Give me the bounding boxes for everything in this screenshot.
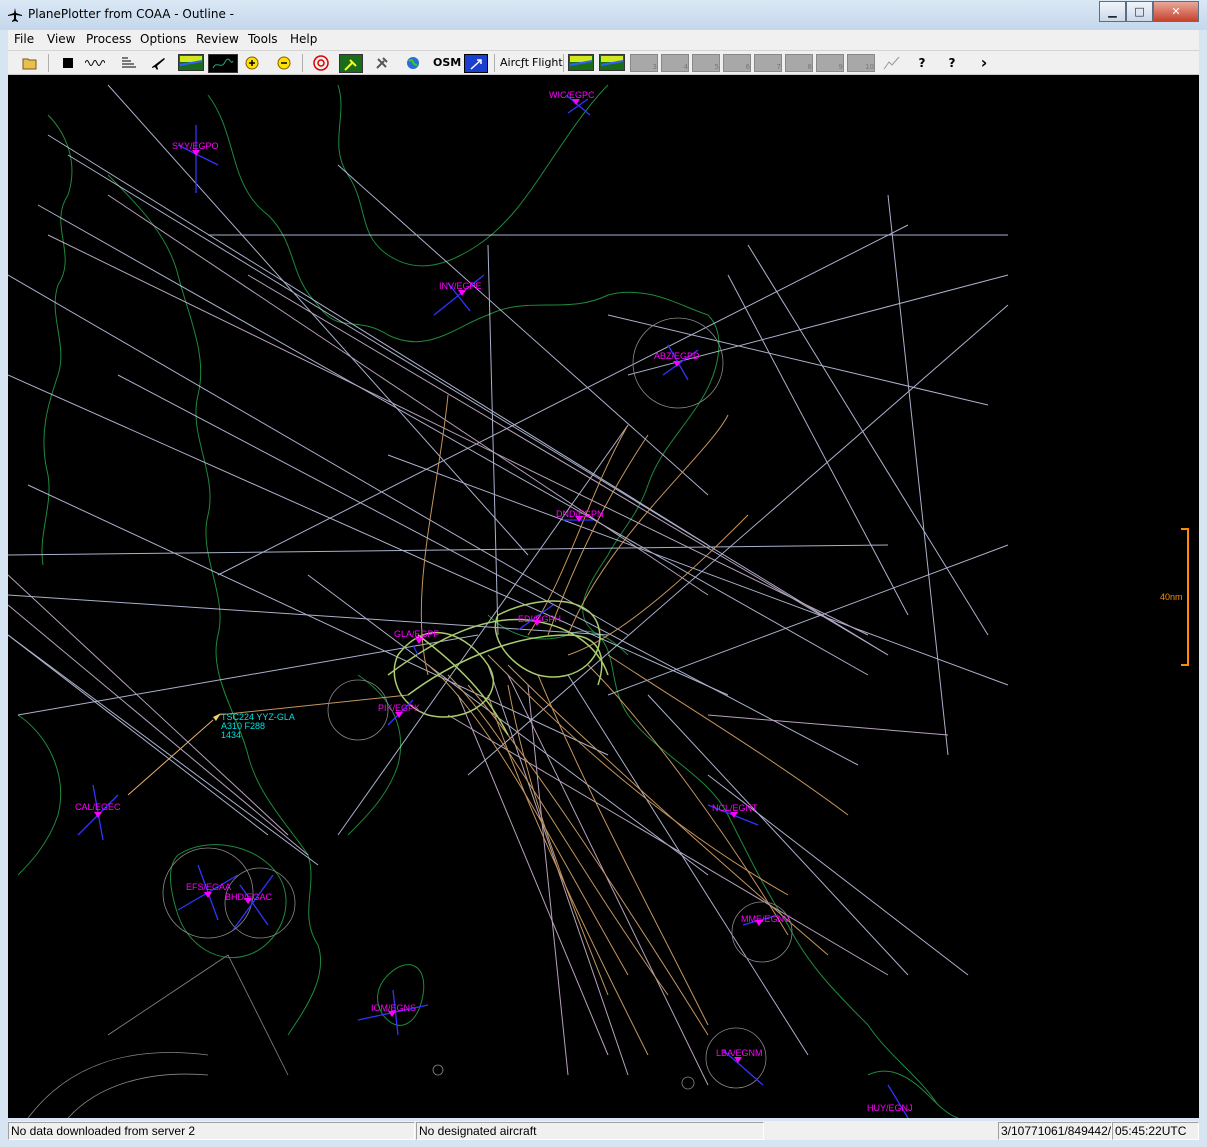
airport-label-bhd: BHD/EGAC <box>225 892 273 902</box>
chart-slot-9-button[interactable]: 9 <box>816 54 844 72</box>
globe-icon[interactable] <box>403 53 423 72</box>
airport-label-abz: ABZ/EGPD <box>654 351 700 361</box>
flight-track-layer <box>8 84 1009 1086</box>
tools-icon[interactable] <box>372 53 392 72</box>
radar-map-icon[interactable] <box>178 54 204 71</box>
status-time: 05:45:22UTC <box>1112 1122 1199 1140</box>
minimize-button[interactable]: ▁ <box>1099 1 1126 22</box>
chart-slot-10-button[interactable]: 10 <box>847 54 875 72</box>
airport-label-syy: SYY/EGPO <box>172 141 219 151</box>
airport-label-efs: EFS/EGAA <box>186 882 231 892</box>
airport-label-lba: LBA/EGNM <box>716 1048 763 1058</box>
help-icon[interactable]: ? <box>912 53 932 72</box>
chart-slot-8-button[interactable]: 8 <box>785 54 813 72</box>
aircraft-label-line3: 1434 <box>221 730 241 740</box>
airport-marker-cal[interactable]: CAL/EGEC <box>75 784 121 841</box>
open-folder-icon[interactable] <box>20 53 40 72</box>
airport-label-huy: HUY/EGNJ <box>867 1103 913 1113</box>
chart-slot-5-button[interactable]: 5 <box>692 54 720 72</box>
status-bar: No data downloaded from server 2 No desi… <box>8 1121 1199 1140</box>
chart-slot-7-button[interactable]: 7 <box>754 54 782 72</box>
airport-marker-lba[interactable]: LBA/EGNM <box>716 1048 764 1086</box>
close-button[interactable]: ✕ <box>1153 1 1199 22</box>
airport-marker-abz[interactable]: ABZ/EGPD <box>654 344 700 381</box>
osm-button[interactable]: OSM <box>433 53 461 72</box>
airplane-icon[interactable] <box>148 53 168 72</box>
toolbar-more-chevron-icon[interactable]: › <box>974 53 994 72</box>
airport-marker-wic[interactable]: WIC/EGPC <box>549 90 595 116</box>
menu-review[interactable]: Review <box>196 32 239 46</box>
chart-slot-4-button[interactable]: 4 <box>661 54 689 72</box>
vector-icon[interactable] <box>464 54 488 73</box>
menu-help[interactable]: Help <box>290 32 317 46</box>
chart-slot-2-button[interactable] <box>599 54 625 71</box>
airport-marker-mme[interactable]: MME/EGNV <box>741 914 790 926</box>
chart-slot-1-button[interactable] <box>568 54 594 71</box>
airport-label-pik: PIK/EGPK <box>378 703 420 713</box>
toolbar: OSM Aircƒt Flight 3 4 5 6 7 8 9 10 ? ? › <box>8 51 1199 75</box>
airport-marker-huy[interactable]: HUY/EGNJ <box>867 1084 913 1118</box>
planeplotter-window: PlanePlotter from COAA - Outline - ▁ □ ✕… <box>0 0 1207 1147</box>
status-designated: No designated aircraft <box>416 1122 764 1140</box>
signal-graph-icon[interactable] <box>882 53 902 72</box>
menu-options[interactable]: Options <box>140 32 186 46</box>
airport-label-edi: EDI/EGPH <box>518 614 561 624</box>
zoom-in-icon[interactable] <box>242 53 262 72</box>
airport-label-cal: CAL/EGEC <box>75 802 121 812</box>
whats-this-help-icon[interactable]: ? <box>942 53 962 72</box>
airport-marker-pik[interactable]: PIK/EGPK <box>378 699 420 726</box>
airport-label-ncl: NCL/EGNT <box>712 803 758 813</box>
flight-button[interactable]: Flight <box>532 53 563 72</box>
coastline-layer <box>17 84 959 1118</box>
airspace-outline-layer <box>27 317 793 1118</box>
window-title: PlanePlotter from COAA - Outline - <box>28 7 234 21</box>
airport-label-dnd: DND/EGPN <box>556 509 604 519</box>
list-icon[interactable] <box>119 53 139 72</box>
airport-marker-ncl[interactable]: NCL/EGNT <box>707 803 759 826</box>
antenna-icon[interactable] <box>339 54 363 73</box>
waveform-icon[interactable] <box>85 53 105 72</box>
scale-bar-label: 40nm <box>1160 592 1183 602</box>
map-canvas[interactable]: WIC/EGPC SYY/EGPO INV/EGPE ABZ/EGPD DND/… <box>8 75 1199 1118</box>
airport-marker-inv[interactable]: INV/EGPE <box>433 274 485 316</box>
scale-bar: 40nm <box>1160 528 1189 666</box>
airport-label-wic: WIC/EGPC <box>549 90 595 100</box>
airport-label-inv: INV/EGPE <box>439 281 482 291</box>
menu-process[interactable]: Process <box>86 32 132 46</box>
target-icon[interactable] <box>311 53 331 72</box>
title-bar[interactable]: PlanePlotter from COAA - Outline - ▁ □ ✕ <box>0 0 1207 30</box>
window-controls: ▁ □ ✕ <box>1099 1 1199 22</box>
aircraft-button[interactable]: Aircƒt <box>500 53 529 72</box>
stop-icon[interactable] <box>58 53 78 72</box>
status-server: No data downloaded from server 2 <box>8 1122 415 1140</box>
airport-marker-layer[interactable]: WIC/EGPC SYY/EGPO INV/EGPE ABZ/EGPD DND/… <box>75 90 913 1118</box>
airplane-app-icon <box>8 8 22 22</box>
status-spacer <box>765 1122 992 1138</box>
airport-label-mme: MME/EGNV <box>741 914 790 924</box>
menu-bar: File View Process Options Review Tools H… <box>8 30 1199 51</box>
maximize-button[interactable]: □ <box>1126 1 1153 22</box>
aircraft-target[interactable]: TSC224 YYZ-GLA A310 F288 1434 <box>127 712 295 796</box>
chart-slot-6-button[interactable]: 6 <box>723 54 751 72</box>
status-counters: 3/10771061/849442/0 <box>998 1122 1112 1140</box>
chart-slot-3-button[interactable]: 3 <box>630 54 658 72</box>
outline-map-icon[interactable] <box>208 54 238 73</box>
airport-label-iom: IOM/EGNS <box>371 1003 416 1013</box>
menu-view[interactable]: View <box>47 32 75 46</box>
menu-tools[interactable]: Tools <box>248 32 278 46</box>
airport-label-gla: GLA/EGPF <box>394 629 440 639</box>
menu-file[interactable]: File <box>14 32 34 46</box>
airport-marker-bhd[interactable]: BHD/EGAC <box>225 874 274 931</box>
zoom-out-icon[interactable] <box>274 53 294 72</box>
radar-map-view[interactable]: WIC/EGPC SYY/EGPO INV/EGPE ABZ/EGPD DND/… <box>8 75 1199 1118</box>
